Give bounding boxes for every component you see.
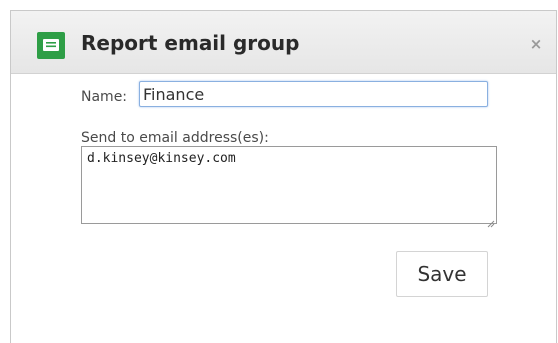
resize-grip-icon[interactable] [487,213,495,228]
name-label: Name: [81,89,128,105]
email-addresses-label: Send to email address(es): [81,130,269,146]
dialog-title: Report email group [81,31,300,55]
message-icon [37,32,65,59]
name-input[interactable] [139,81,488,107]
save-button[interactable]: Save [396,251,488,297]
dialog-header: Report email group × [11,11,556,74]
report-email-group-dialog: Report email group × Name: Send to email… [10,10,557,343]
email-addresses-textarea[interactable]: d.kinsey@kinsey.com [81,146,497,224]
close-icon[interactable]: × [525,33,547,55]
